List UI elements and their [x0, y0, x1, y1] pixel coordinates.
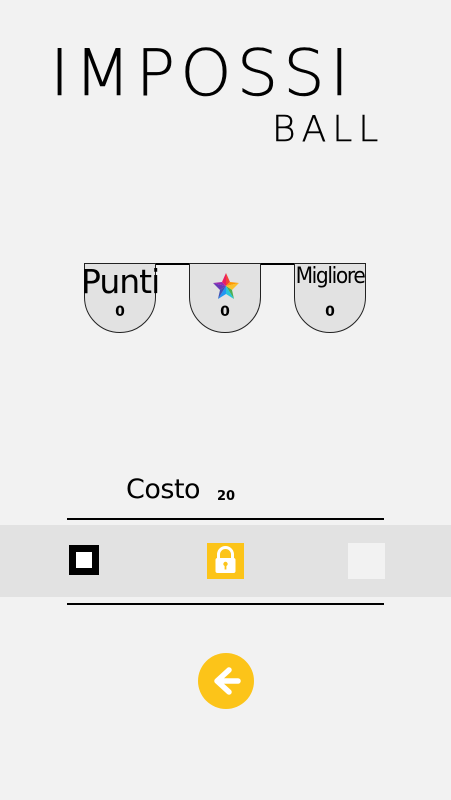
- star-icon: [212, 272, 240, 300]
- logo-title: IMPOSSI: [50, 37, 355, 111]
- stat-stelle-value: 0: [220, 304, 230, 320]
- costo-value: 20: [217, 489, 236, 504]
- back-button[interactable]: [198, 653, 254, 709]
- empty-skin-slot[interactable]: [348, 543, 385, 579]
- divider-bottom: [67, 603, 384, 605]
- stat-migliore-value: 0: [325, 304, 335, 320]
- stat-migliore-label: Migliore: [295, 264, 366, 289]
- square-ball-icon[interactable]: [69, 545, 99, 575]
- arrow-left-icon: [214, 667, 241, 695]
- stat-punti-label: Punti: [81, 262, 160, 301]
- locked-skin[interactable]: [207, 543, 244, 579]
- stat-punti-value: 0: [115, 304, 125, 320]
- logo-subtitle: BALL: [272, 109, 385, 150]
- lock-icon: [207, 543, 244, 579]
- stat-migliore: Migliore 0: [294, 263, 366, 333]
- stat-punti: Punti 0: [81, 262, 160, 333]
- stat-stelle: 0: [189, 263, 261, 333]
- costo-label: Costo: [126, 474, 201, 505]
- divider-top: [67, 518, 384, 520]
